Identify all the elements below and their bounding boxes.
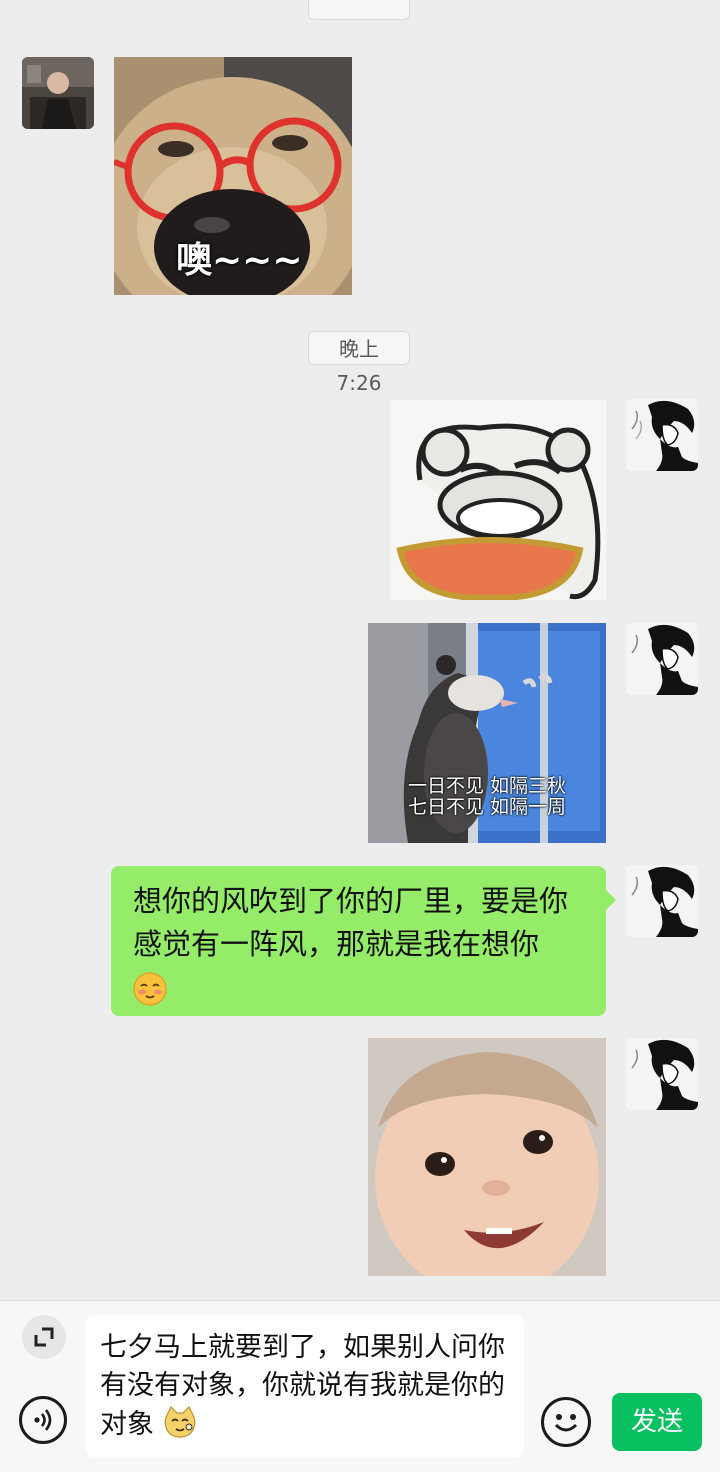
my-avatar-image <box>626 623 698 695</box>
emoji-icon-glyph <box>554 1414 578 1432</box>
my-avatar-image <box>626 1038 698 1110</box>
voice-icon-glyph <box>34 1409 52 1431</box>
my-avatar-image <box>626 865 698 937</box>
bear-sticker-art <box>390 400 606 600</box>
time-pill-partial <box>308 0 410 20</box>
contact-avatar[interactable] <box>22 57 94 129</box>
possum-caption-line2: 七日不见 如隔一周 <box>407 796 567 818</box>
dog-sticker-caption: 噢~~~ <box>176 240 303 281</box>
my-avatar[interactable] <box>626 1038 698 1110</box>
sent-text-message: 想你的风吹到了你的厂里，要是你感觉有一阵风，那就是我在想你 <box>133 884 569 961</box>
cat-face-emoji-icon <box>164 1405 195 1438</box>
baby-sticker-art <box>368 1038 606 1276</box>
expand-icon-glyph <box>34 1327 54 1347</box>
smiling-baby-sticker[interactable] <box>368 1038 606 1276</box>
time-divider: 晚上7:26 <box>308 331 410 395</box>
message-draft-text: 七夕马上就要到了，如果别人问你有没有对象，你就说有我就是你的对象 <box>100 1332 505 1440</box>
message-input[interactable]: 七夕马上就要到了，如果别人问你有没有对象，你就说有我就是你的对象 <box>86 1315 524 1457</box>
sent-text-bubble[interactable]: 想你的风吹到了你的厂里，要是你感觉有一阵风，那就是我在想你 <box>111 866 616 1016</box>
my-avatar[interactable] <box>626 623 698 695</box>
emoji-icon[interactable] <box>541 1397 591 1447</box>
chat-input-bar: 七夕马上就要到了，如果别人问你有没有对象，你就说有我就是你的对象 发送 <box>0 1300 720 1472</box>
possum-window-sticker[interactable]: 一日不见 如隔三秋 七日不见 如隔一周 <box>368 623 606 843</box>
laughing-bear-sticker[interactable] <box>390 400 606 600</box>
expand-icon[interactable] <box>22 1315 66 1359</box>
my-avatar-image <box>626 399 698 471</box>
dog-glasses-sticker[interactable]: 噢~~~ <box>114 57 352 295</box>
blushing-face-emoji-icon <box>133 972 167 1006</box>
send-button[interactable]: 发送 <box>612 1393 702 1451</box>
possum-caption-line1: 一日不见 如隔三秋 <box>407 775 567 797</box>
contact-avatar-image <box>22 57 94 129</box>
voice-icon[interactable] <box>19 1396 67 1444</box>
my-avatar[interactable] <box>626 865 698 937</box>
my-avatar[interactable] <box>626 399 698 471</box>
